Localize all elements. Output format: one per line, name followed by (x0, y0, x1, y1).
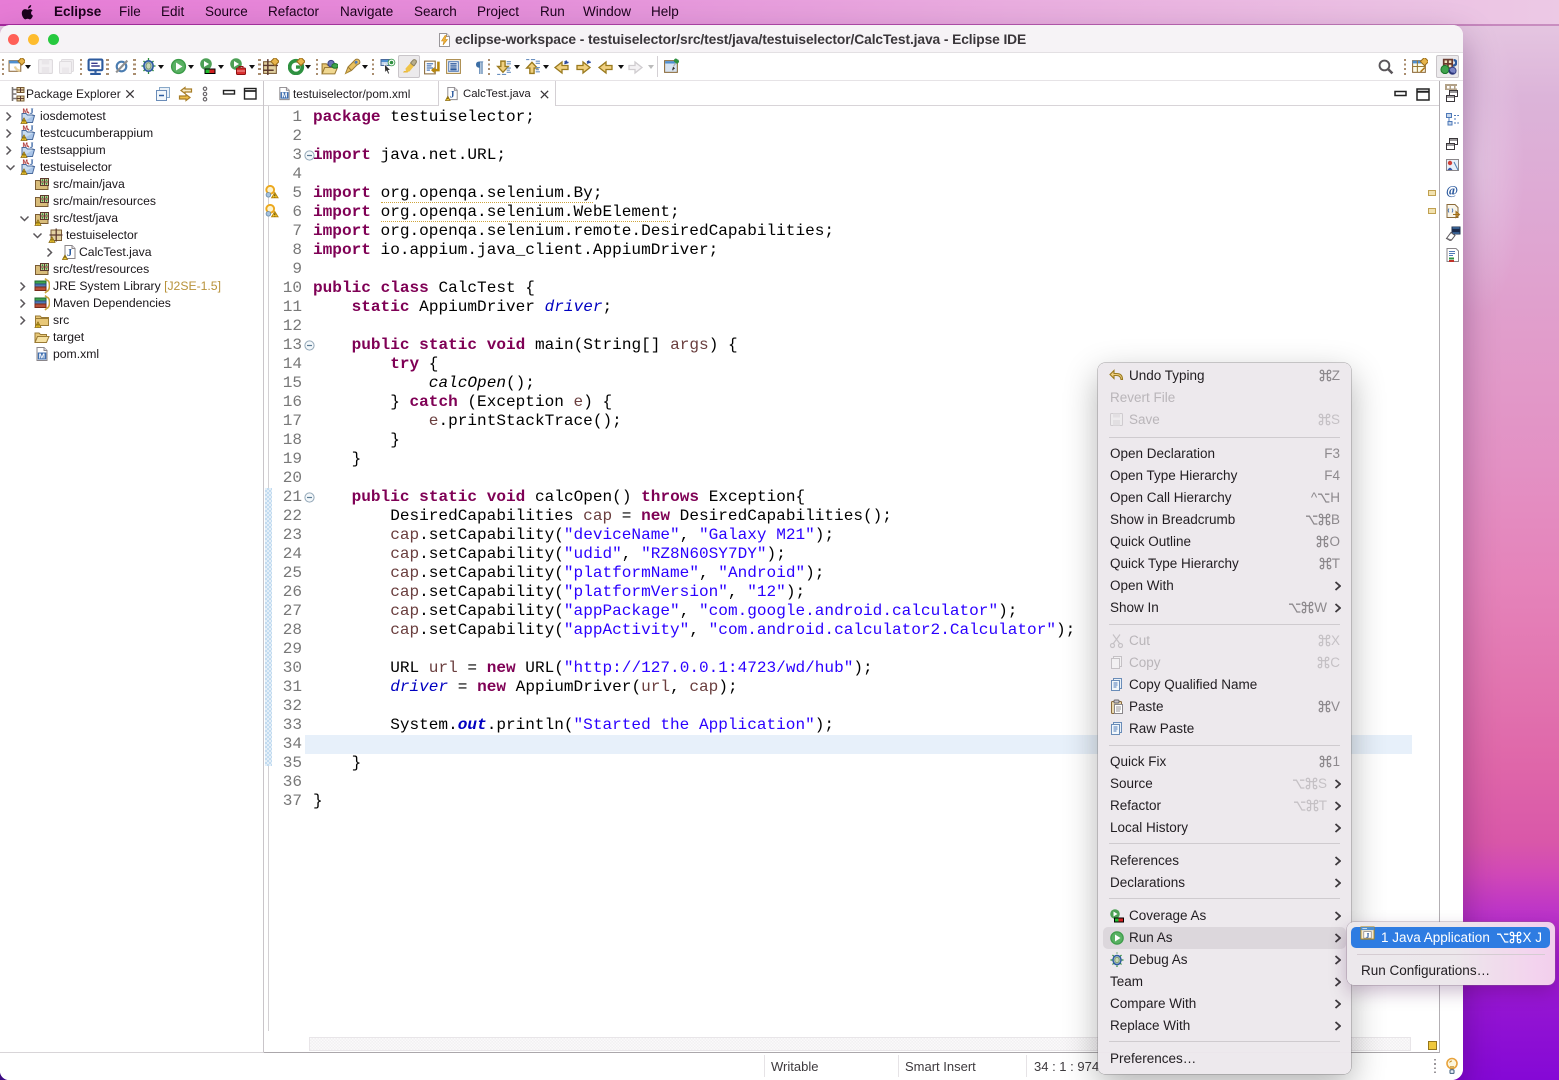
svg-text:M: M (23, 125, 28, 132)
svg-text:M: M (39, 352, 45, 361)
svg-text:J: J (30, 142, 34, 150)
svg-text:M: M (23, 142, 28, 149)
svg-text:M: M (282, 93, 288, 100)
svg-text:M: M (23, 108, 28, 115)
svg-text:J: J (30, 159, 34, 167)
svg-text:J: J (30, 108, 34, 116)
svg-text:J: J (450, 90, 455, 100)
svg-text:J: J (30, 125, 34, 133)
svg-text:M: M (23, 159, 28, 166)
svg-text:J: J (67, 248, 72, 259)
svg-text:@: @ (1446, 183, 1458, 198)
svg-text:J: J (1366, 931, 1370, 940)
svg-text:¶: ¶ (475, 59, 484, 75)
